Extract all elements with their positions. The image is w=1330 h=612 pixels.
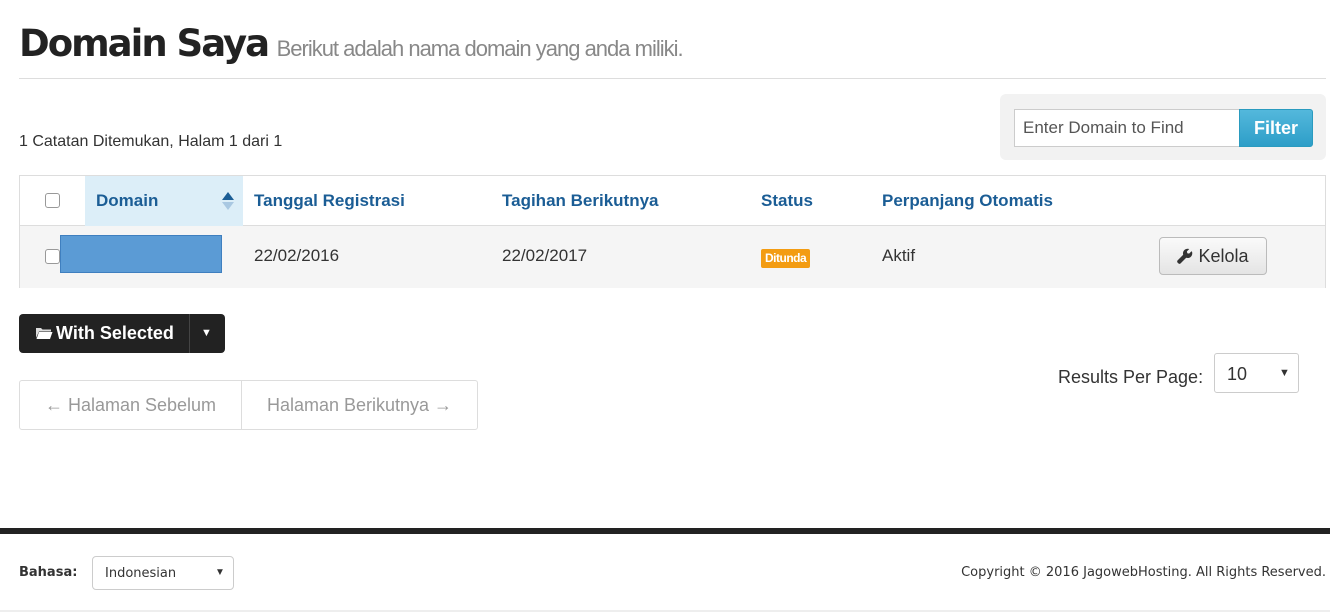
row-checkbox[interactable] (45, 249, 60, 264)
next-due-date: 22/02/2017 (502, 246, 588, 265)
table-row[interactable]: 22/02/2016 22/02/2017 Ditunda Aktif Kelo… (20, 226, 1325, 288)
results-per-page-select[interactable]: 10 ▼ (1214, 353, 1299, 393)
caret-down-icon[interactable]: ▼ (201, 325, 212, 341)
results-per-page-value: 10 (1227, 364, 1248, 384)
folder-icon (36, 328, 53, 339)
with-selected-main[interactable]: With Selected (19, 314, 189, 353)
status-badge: Ditunda (761, 249, 811, 268)
column-status[interactable]: Status (761, 176, 813, 226)
domain-name-redacted[interactable] (60, 235, 222, 273)
with-selected-divider (189, 314, 190, 353)
with-selected-label: With Selected (56, 323, 174, 343)
auto-renew-value: Aktif (882, 246, 916, 265)
column-domain[interactable]: Domain (96, 176, 158, 226)
chevron-down-icon: ▼ (1279, 367, 1290, 379)
language-value: Indonesian (105, 566, 177, 581)
language-select[interactable]: Indonesian ▼ (92, 556, 234, 590)
language-label: Bahasa: (19, 565, 78, 580)
sort-ascending-icon[interactable] (221, 190, 235, 212)
table-header: Domain Tanggal Registrasi Tagihan Beriku… (20, 176, 1325, 226)
pagination: ← Halaman Sebelum Halaman Berikutnya → (19, 380, 478, 430)
page-header: Domain Saya Berikut adalah nama domain y… (19, 22, 1326, 79)
next-page-button[interactable]: Halaman Berikutnya → (242, 381, 477, 429)
registration-date: 22/02/2016 (254, 246, 340, 265)
domain-table: Domain Tanggal Registrasi Tagihan Beriku… (19, 175, 1326, 288)
previous-page-button[interactable]: ← Halaman Sebelum (20, 381, 242, 429)
select-all-checkbox[interactable] (45, 193, 60, 208)
filter-button[interactable]: Filter (1239, 109, 1313, 147)
page-subtitle: Berikut adalah nama domain yang anda mil… (276, 36, 684, 61)
manage-button-label: Kelola (1198, 245, 1249, 266)
results-per-page-label: Results Per Page: (1058, 367, 1204, 387)
wrench-icon (1177, 248, 1193, 264)
filter-box: Filter (1000, 94, 1326, 160)
column-auto-renew[interactable]: Perpanjang Otomatis (882, 176, 1053, 226)
page-title: Domain Saya (19, 22, 270, 65)
manage-button[interactable]: Kelola (1159, 237, 1267, 275)
chevron-down-icon: ▼ (215, 567, 225, 578)
domain-search-input[interactable] (1014, 109, 1240, 147)
column-next-due[interactable]: Tagihan Berikutnya (502, 176, 659, 226)
column-registration-date[interactable]: Tanggal Registrasi (254, 176, 405, 226)
footer: Bahasa: Indonesian ▼ Copyright © 2016 Ja… (0, 534, 1330, 612)
records-info: 1 Catatan Ditemukan, Halam 1 dari 1 (19, 133, 283, 150)
with-selected-button[interactable]: With Selected ▼ (19, 314, 225, 353)
copyright-text: Copyright © 2016 JagowebHosting. All Rig… (961, 565, 1326, 580)
